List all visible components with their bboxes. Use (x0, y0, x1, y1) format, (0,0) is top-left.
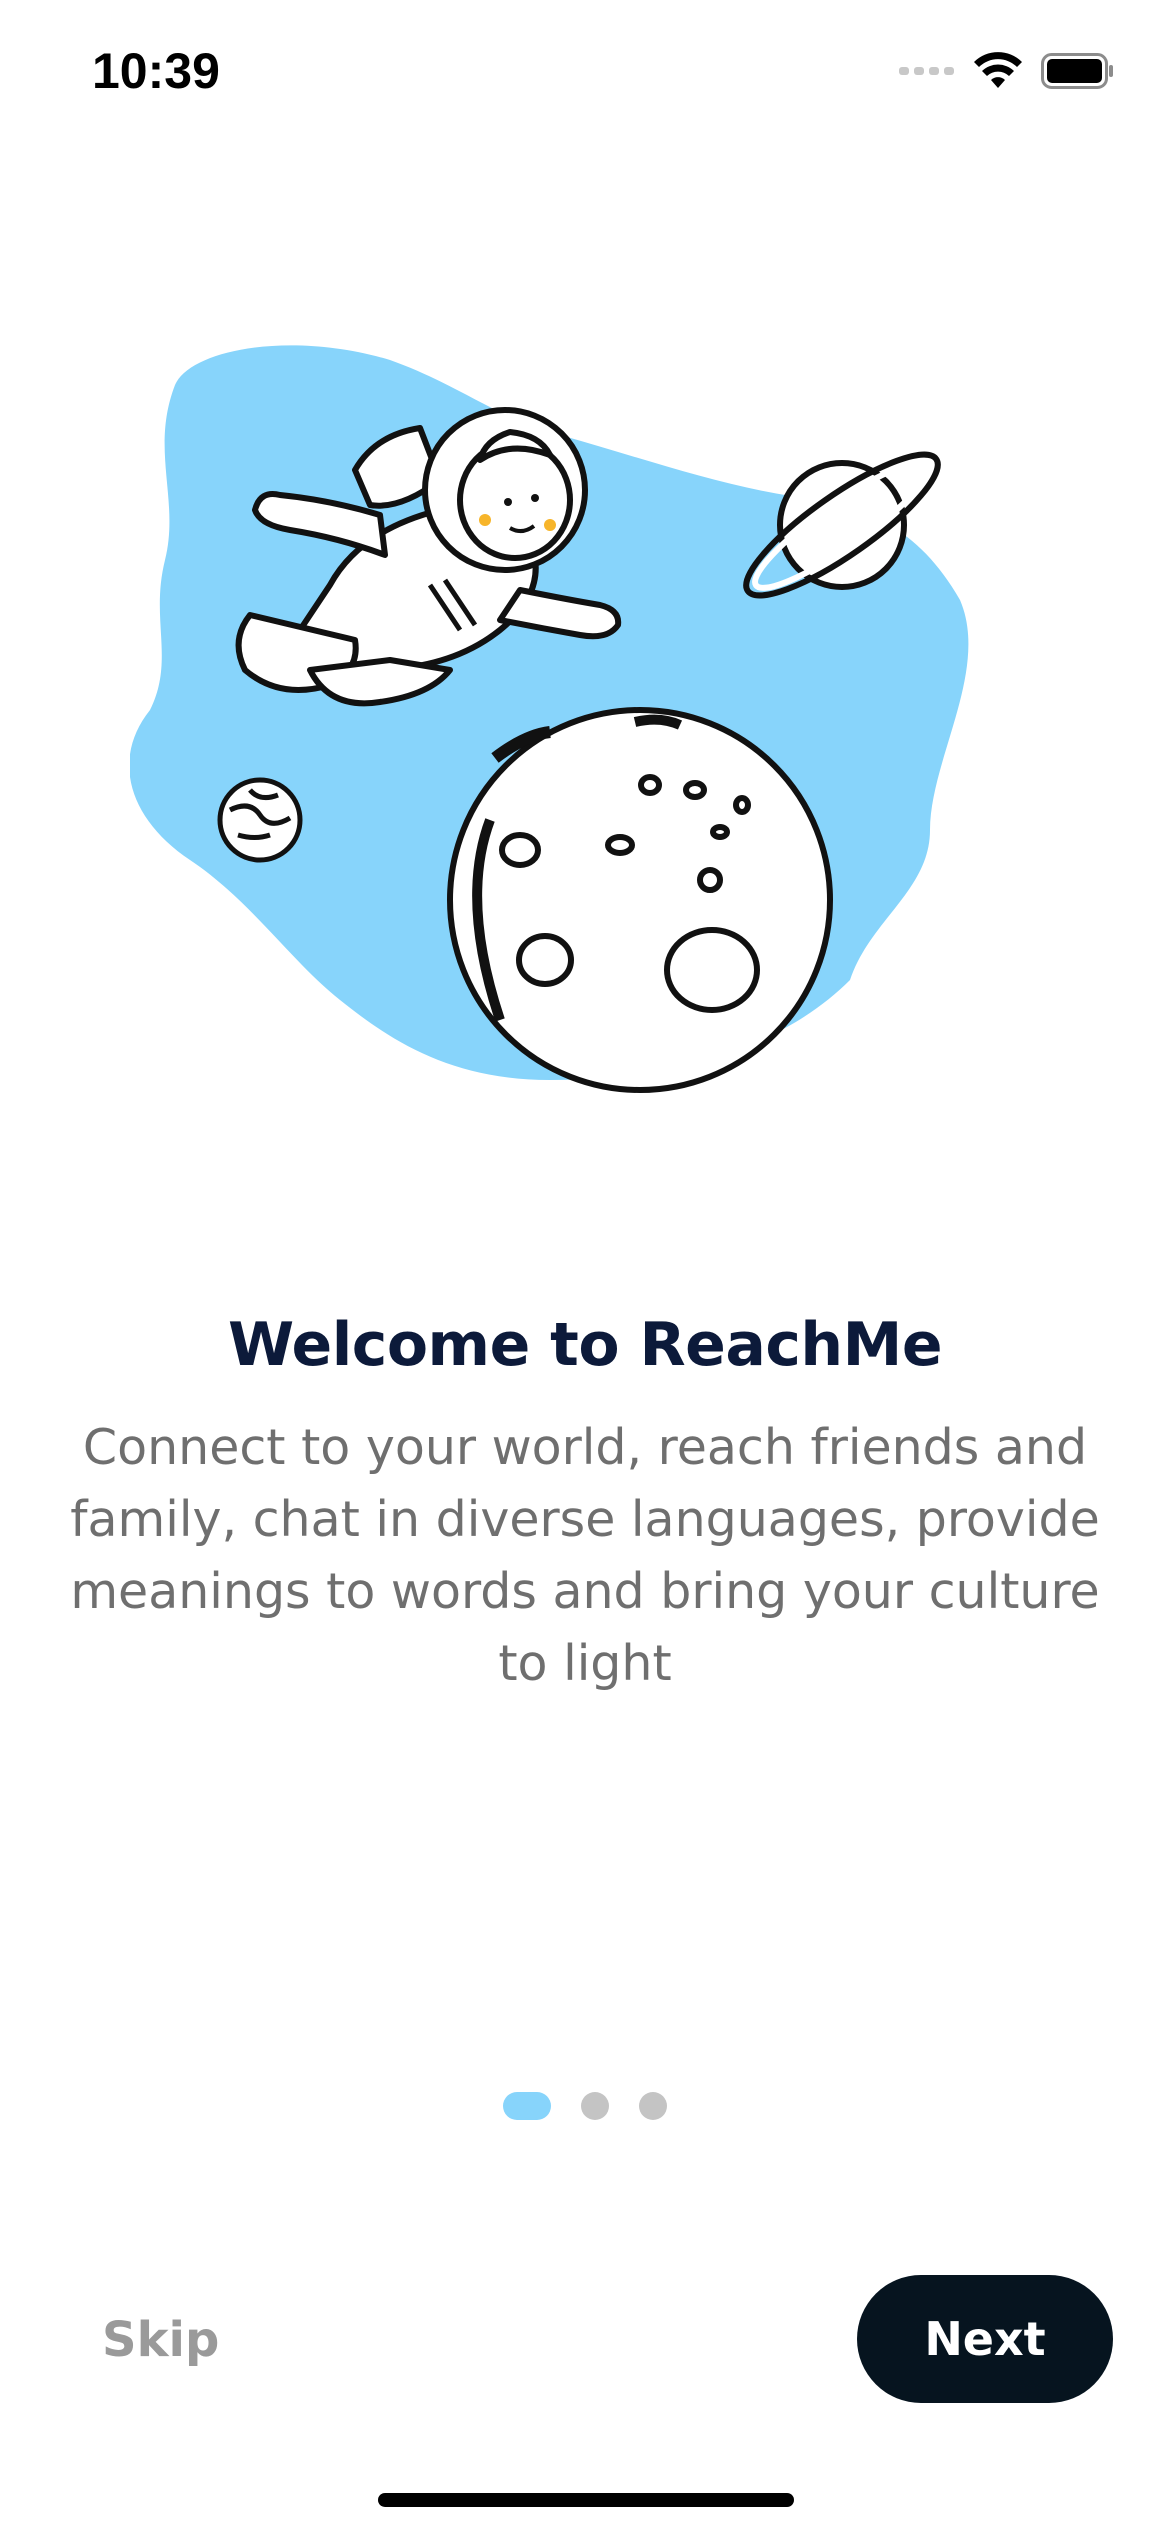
skip-button[interactable]: Skip (102, 2312, 219, 2368)
signal-dots-icon (899, 63, 955, 84)
status-bar: 10:39 (0, 0, 1170, 150)
onboarding-description: Connect to your world, reach friends and… (70, 1419, 1100, 1692)
page-dot-2 (581, 2092, 609, 2120)
status-time: 10:39 (92, 43, 220, 99)
onboarding-title: Welcome to ReachMe (227, 1310, 943, 1380)
astronaut-space-illustration (129, 340, 990, 1100)
wifi-icon (973, 52, 1023, 95)
home-indicator[interactable] (378, 2493, 794, 2507)
battery-icon (1041, 53, 1115, 94)
moon (447, 707, 833, 1093)
page-dot-1-active (503, 2092, 551, 2120)
status-icons (899, 52, 1115, 95)
page-dot-3 (639, 2092, 667, 2120)
page-indicator (0, 2092, 1170, 2120)
next-button[interactable]: Next (857, 2275, 1113, 2403)
small-planet (217, 777, 303, 863)
